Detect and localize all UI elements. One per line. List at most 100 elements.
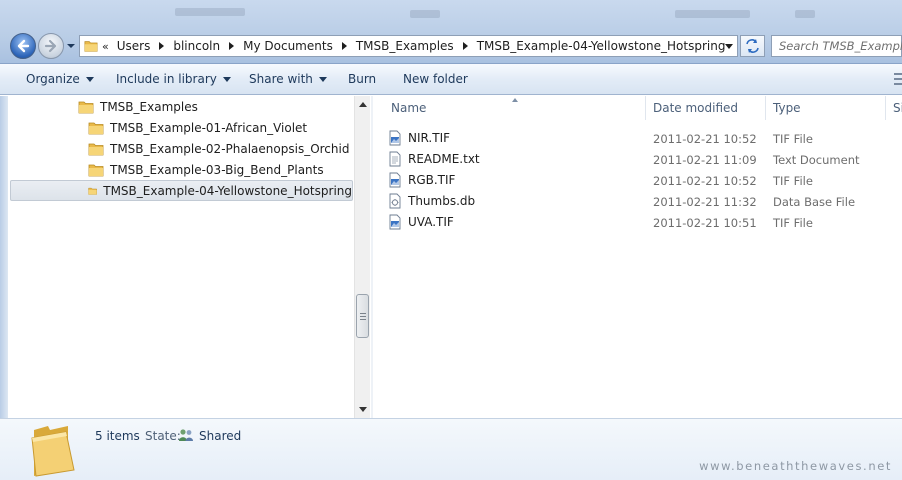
- search-placeholder: Search TMSB_Example-0: [779, 39, 902, 53]
- column-header-size[interactable]: Size: [887, 96, 902, 120]
- file-date: 2011-02-21 11:09: [653, 153, 757, 167]
- file-list-pane: Name Date modified Type Size NIR.TIF 201…: [371, 96, 902, 418]
- image-file-icon: [389, 172, 401, 188]
- nav-item-example-03[interactable]: TMSB_Example-03-Big_Bend_Plants: [88, 159, 324, 180]
- organize-menu[interactable]: Organize: [26, 72, 94, 86]
- breadcrumb-separator-icon[interactable]: [462, 42, 468, 50]
- file-name: UVA.TIF: [408, 215, 454, 229]
- file-type: Data Base File: [773, 195, 856, 209]
- file-name-cell: README.txt: [387, 151, 480, 167]
- state-value: Shared: [199, 429, 242, 443]
- file-name: NIR.TIF: [408, 131, 451, 145]
- column-divider[interactable]: [645, 96, 646, 120]
- breadcrumb-separator-icon[interactable]: [341, 42, 347, 50]
- column-divider[interactable]: [885, 96, 886, 120]
- breadcrumb-current-folder[interactable]: TMSB_Example-04-Yellowstone_Hotspring: [477, 39, 726, 53]
- forward-button[interactable]: [38, 33, 64, 59]
- grip-line: [360, 316, 366, 317]
- refresh-button[interactable]: [740, 35, 765, 57]
- navigation-pane: TMSB_Examples TMSB_Example-01-African_Vi…: [8, 96, 370, 418]
- file-name: RGB.TIF: [408, 173, 456, 187]
- folder-icon: [88, 122, 104, 134]
- folder-icon: [88, 143, 104, 155]
- nav-item-example-04-selected[interactable]: TMSB_Example-04-Yellowstone_Hotspring: [10, 180, 353, 201]
- breadcrumb-blincoln[interactable]: blincoln: [173, 39, 220, 53]
- address-dropdown-icon[interactable]: [725, 44, 733, 49]
- nav-item-label: TMSB_Example-03-Big_Bend_Plants: [110, 162, 324, 177]
- file-name-cell: RGB.TIF: [387, 172, 455, 188]
- command-bar: Organize Include in library Share with B…: [0, 64, 902, 95]
- folder-icon: [84, 41, 98, 52]
- breadcrumb-tmsb-examples[interactable]: TMSB_Examples: [356, 39, 454, 53]
- image-file-icon: [389, 214, 401, 230]
- column-divider[interactable]: [765, 96, 766, 120]
- breadcrumb: « Users blincoln My Documents TMSB_Examp…: [102, 39, 725, 53]
- nav-item-label: TMSB_Examples: [100, 99, 198, 114]
- change-view-icon[interactable]: [892, 72, 902, 86]
- nav-item-label: TMSB_Example-02-Phalaenopsis_Orchid: [110, 141, 350, 156]
- organize-label: Organize: [26, 72, 80, 86]
- breadcrumb-overflow[interactable]: «: [102, 40, 109, 53]
- nav-item-label: TMSB_Example-04-Yellowstone_Hotspring: [103, 183, 352, 198]
- item-count: 5 items: [95, 429, 140, 443]
- burn-button[interactable]: Burn: [348, 72, 376, 86]
- column-header-type[interactable]: Type: [767, 96, 801, 120]
- file-name-cell: NIR.TIF: [387, 130, 450, 146]
- shared-users-icon: [179, 429, 193, 441]
- chevron-down-icon: [318, 76, 327, 82]
- file-name-cell: UVA.TIF: [387, 214, 454, 230]
- search-input[interactable]: Search TMSB_Example-0: [771, 35, 902, 57]
- details-pane: 5 items State: Shared www.beneaththewave…: [0, 418, 902, 480]
- scrollbar-thumb[interactable]: [356, 294, 369, 338]
- file-name: Thumbs.db: [408, 194, 476, 208]
- file-name-cell: Thumbs.db: [387, 193, 475, 209]
- file-row[interactable]: UVA.TIF 2011-02-21 10:51 TIF File: [387, 211, 897, 232]
- refresh-icon: [746, 39, 759, 53]
- breadcrumb-my-documents[interactable]: My Documents: [243, 39, 333, 53]
- file-row[interactable]: RGB.TIF 2011-02-21 10:52 TIF File: [387, 169, 897, 190]
- include-in-library-menu[interactable]: Include in library: [116, 72, 231, 86]
- file-date: 2011-02-21 11:32: [653, 195, 757, 209]
- nav-item-example-02[interactable]: TMSB_Example-02-Phalaenopsis_Orchid: [88, 138, 349, 159]
- database-file-icon: [389, 193, 401, 209]
- include-in-library-label: Include in library: [116, 72, 217, 86]
- grip-line: [360, 313, 366, 314]
- column-name-label: Name: [391, 101, 427, 115]
- window-frame-edge: [0, 96, 8, 418]
- share-with-menu[interactable]: Share with: [249, 72, 327, 86]
- column-header-date[interactable]: Date modified: [647, 96, 738, 120]
- nav-item-label: TMSB_Example-01-African_Violet: [110, 120, 308, 135]
- title-bar: « Users blincoln My Documents TMSB_Examp…: [0, 0, 902, 64]
- file-row[interactable]: NIR.TIF 2011-02-21 10:52 TIF File: [387, 127, 897, 148]
- recent-pages-dropdown-icon[interactable]: [66, 41, 76, 51]
- file-type: TIF File: [773, 132, 813, 146]
- nav-item-example-01[interactable]: TMSB_Example-01-African_Violet: [88, 117, 307, 138]
- folder-icon: [88, 164, 104, 176]
- scroll-down-arrow-icon[interactable]: [359, 407, 367, 412]
- nav-pane-scrollbar[interactable]: [354, 96, 370, 418]
- column-date-label: Date modified: [653, 101, 739, 115]
- sort-ascending-icon: [512, 98, 518, 102]
- file-date: 2011-02-21 10:52: [653, 132, 757, 146]
- new-folder-label: New folder: [403, 72, 468, 86]
- burn-label: Burn: [348, 72, 377, 86]
- new-folder-button[interactable]: New folder: [403, 72, 468, 86]
- breadcrumb-users[interactable]: Users: [117, 39, 151, 53]
- back-button[interactable]: [10, 33, 36, 59]
- file-row[interactable]: Thumbs.db 2011-02-21 11:32 Data Base Fil…: [387, 190, 897, 211]
- back-arrow-icon: [17, 39, 30, 53]
- chevron-down-icon: [222, 76, 231, 82]
- breadcrumb-separator-icon[interactable]: [229, 42, 235, 50]
- nav-item-tmsb-examples[interactable]: TMSB_Examples: [78, 96, 198, 117]
- file-type: Text Document: [773, 153, 860, 167]
- watermark: www.beneaththewaves.net: [699, 459, 892, 473]
- column-type-label: Type: [773, 101, 801, 115]
- address-bar[interactable]: « Users blincoln My Documents TMSB_Examp…: [79, 35, 738, 57]
- grip-line: [360, 319, 366, 320]
- folder-icon: [78, 101, 94, 113]
- breadcrumb-separator-icon[interactable]: [159, 42, 165, 50]
- column-size-label: Size: [893, 101, 902, 115]
- scroll-up-arrow-icon[interactable]: [359, 102, 367, 107]
- file-row[interactable]: README.txt 2011-02-21 11:09 Text Documen…: [387, 148, 897, 169]
- column-header-name[interactable]: Name: [385, 96, 426, 120]
